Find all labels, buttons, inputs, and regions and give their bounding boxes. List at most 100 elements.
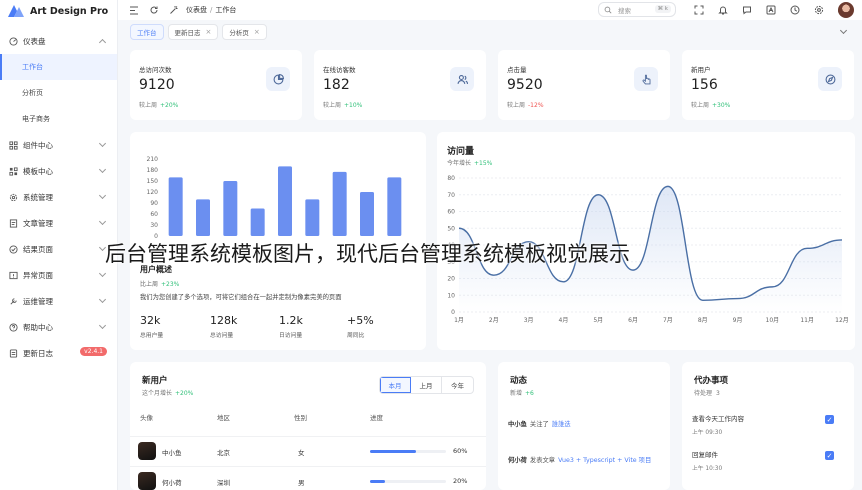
fullscreen-icon[interactable] (693, 4, 705, 16)
top-bar: 仪表盘 / 工作台 搜索 ⌘ k (118, 0, 862, 20)
todo-item: 查看今天工作内容 上午 09:30 ✓ (692, 413, 842, 436)
bar (278, 166, 292, 236)
activity-subtitle-label: 新增 (510, 390, 523, 397)
result-icon (8, 244, 18, 254)
sidebar-item-exceptions[interactable]: 异常页面 (0, 262, 117, 288)
range-switch: 本月 上月 今年 (379, 376, 474, 394)
ops-icon (8, 296, 18, 306)
todo-item-title: 回复邮件 (692, 451, 718, 459)
menu-toggle-icon[interactable] (128, 4, 140, 16)
sidebar-item-results[interactable]: 结果页面 (0, 236, 117, 262)
user-avatar[interactable] (838, 2, 854, 18)
activity-user: 何小荷 (508, 457, 527, 464)
refresh-icon[interactable] (148, 4, 160, 16)
sidebar-item-ops[interactable]: 运维管理 (0, 288, 117, 314)
checkbox-checked-icon[interactable]: ✓ (825, 415, 834, 424)
new-users-subtitle: 这个月增长 +20% (142, 388, 193, 397)
bar (332, 171, 347, 236)
sidebar-item-workbench[interactable]: 工作台 (0, 54, 117, 80)
y-tick-label: 80 (447, 175, 455, 182)
tab-analysis[interactable]: 分析页 × (222, 24, 267, 40)
close-icon[interactable]: × (254, 28, 260, 36)
todo-item-time: 上午 10:30 (692, 466, 723, 472)
stat-compare: 较上周 +20% (139, 100, 178, 109)
breadcrumb: 仪表盘 / 工作台 (186, 5, 236, 15)
range-last-month[interactable]: 上月 (411, 377, 442, 393)
activity-item: 中小鱼 关注了 誰誰迭 (508, 419, 571, 428)
stat-label: 总访问次数 (139, 66, 172, 74)
new-users-card: 新用户 这个月增长 +20% 本月 上月 今年 头像 地区 性别 进度 中小鱼 北… (130, 362, 486, 490)
todo-count: 3 (716, 390, 720, 397)
chevron-down-icon (98, 191, 107, 200)
table-row[interactable]: 中小鱼 北京 女 60% (130, 436, 486, 464)
stat-change: +10% (344, 102, 363, 109)
sidebar-item-components[interactable]: 组件中心 (0, 132, 117, 158)
kpi-label: 总访问量 (210, 333, 234, 339)
activity-card: 动态 新增 +6 中小鱼 关注了 誰誰迭 何小荷 发表文章 Vue3 + Typescri… (498, 362, 670, 490)
chevron-down-icon (98, 269, 107, 278)
stat-compare-label: 较上周 (507, 102, 526, 109)
search-placeholder: 搜索 (618, 6, 631, 15)
activity-item: 何小荷 发表文章 Vue3 + Typescript + Vite 项目 (508, 455, 651, 464)
activity-user: 中小鱼 (508, 421, 527, 428)
sidebar-item-articles[interactable]: 文章管理 (0, 210, 117, 236)
chevron-down-icon (98, 139, 107, 148)
bar (305, 199, 320, 236)
article-icon (8, 218, 18, 228)
sidebar-item-help[interactable]: 帮助中心 (0, 314, 117, 340)
y-tick-label: 150 (147, 178, 159, 185)
progress-fill (370, 450, 416, 453)
sidebar-item-dashboard[interactable]: 仪表盘 (0, 28, 117, 54)
table-row[interactable]: 何小荷 深圳 男 20% (130, 466, 486, 490)
stat-value: 9520 (507, 77, 543, 93)
magic-wand-icon[interactable] (168, 4, 180, 16)
gear-icon[interactable] (813, 4, 825, 16)
bar (387, 177, 402, 236)
sidebar-item-templates[interactable]: 模板中心 (0, 158, 117, 184)
users-icon (450, 67, 474, 91)
close-icon[interactable]: × (206, 28, 212, 36)
settings-icon (8, 192, 18, 202)
search-box[interactable]: 搜索 ⌘ k (598, 2, 676, 17)
sidebar-item-system[interactable]: 系统管理 (0, 184, 117, 210)
tab-changelog[interactable]: 更新日志 × (167, 24, 219, 40)
avatar (138, 472, 156, 490)
bell-icon[interactable] (717, 4, 729, 16)
sidebar-item-label: 组件中心 (23, 140, 53, 150)
x-tick-label: 7月 (663, 317, 673, 324)
chat-icon[interactable] (741, 4, 753, 16)
sidebar-item-ecommerce[interactable]: 电子商务 (0, 106, 117, 132)
y-tick-label: 60 (150, 211, 158, 218)
progress-fill (370, 480, 386, 483)
sidebar-item-analysis[interactable]: 分析页 (0, 80, 117, 106)
x-tick-label: 3月 (524, 317, 534, 324)
range-this-month[interactable]: 本月 (380, 377, 411, 393)
chevron-down-icon[interactable] (839, 26, 848, 35)
tab-workbench[interactable]: 工作台 (130, 24, 164, 40)
bar (360, 192, 374, 236)
logo[interactable]: Art Design Pro (0, 2, 117, 20)
tab-label: 工作台 (137, 29, 157, 37)
kpi-value: 1.2k (279, 314, 303, 327)
stat-card: 在线访客数 182 较上周 +10% (314, 50, 486, 120)
user-gender: 男 (298, 479, 305, 487)
bar (250, 208, 265, 236)
y-tick-label: 180 (147, 167, 159, 174)
column-header: 头像 (140, 414, 153, 422)
activity-target-link[interactable]: Vue3 + Typescript + Vite 项目 (558, 457, 651, 464)
user-region: 北京 (217, 449, 230, 457)
range-this-year[interactable]: 今年 (442, 377, 473, 393)
compass-icon (818, 67, 842, 91)
sidebar-item-changelog[interactable]: 更新日志 v2.4.1 (0, 340, 117, 366)
kpi-value: +5% (347, 314, 374, 327)
tab-label: 更新日志 (174, 29, 201, 37)
checkbox-checked-icon[interactable]: ✓ (825, 451, 834, 460)
chevron-down-icon (98, 217, 107, 226)
translate-icon[interactable] (765, 4, 777, 16)
breadcrumb-item[interactable]: 仪表盘 (186, 6, 207, 14)
activity-target-link[interactable]: 誰誰迭 (552, 421, 571, 428)
sidebar-menu: 仪表盘 工作台 分析页 电子商务 组件中心 模板中心 系统管理 文章管理 结果页… (0, 28, 117, 366)
breadcrumb-separator: / (210, 6, 213, 14)
y-tick-label: 0 (451, 309, 455, 316)
clock-icon[interactable] (789, 4, 801, 16)
